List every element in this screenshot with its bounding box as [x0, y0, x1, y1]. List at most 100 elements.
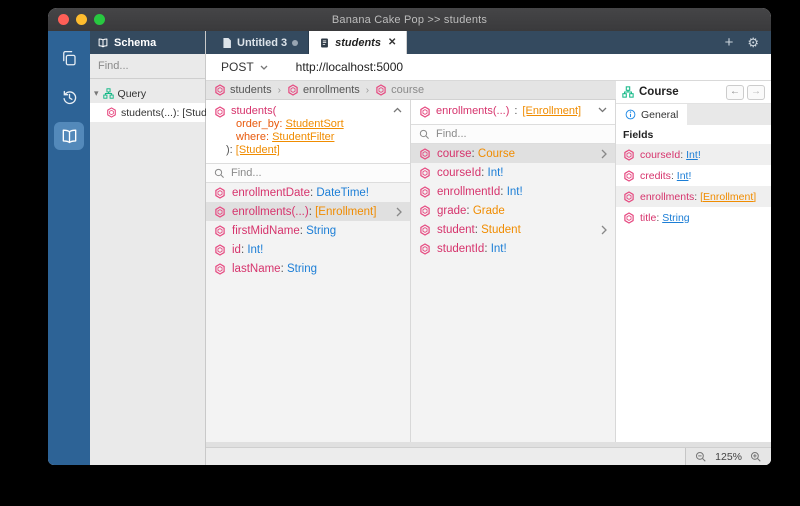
type-hexagon-icon — [419, 147, 431, 160]
chevron-right-icon — [396, 207, 402, 217]
tree-node-label: Query — [117, 87, 147, 100]
forward-arrow-button[interactable]: → — [747, 84, 765, 100]
type-link-student[interactable]: [Student] — [236, 144, 280, 156]
collapse-chevron-down-icon[interactable] — [598, 107, 607, 113]
field-row-student[interactable]: student: Student — [411, 220, 615, 239]
type-link-enrollment[interactable]: [Enrollment] — [700, 191, 756, 203]
field-row-courseId[interactable]: courseId: Int! — [411, 163, 615, 182]
close-tab-icon[interactable]: ✕ — [388, 37, 396, 48]
close-window-button[interactable] — [58, 14, 69, 25]
url-field[interactable]: http://localhost:5000 — [296, 60, 403, 74]
type-inspector-panel: Course ← → General Fields courseId: Int!… — [616, 81, 771, 442]
type-link-studentfilter[interactable]: StudentFilter — [272, 131, 334, 143]
find-input[interactable]: Find... — [206, 164, 410, 183]
inspector-header: Course ← → — [616, 81, 771, 104]
field-row-course[interactable]: course: Course — [411, 144, 615, 163]
schema-explorer: students › enrollments › course students… — [206, 81, 616, 442]
settings-gear-icon[interactable]: ⚙ — [747, 36, 759, 49]
object-type-icon — [622, 86, 634, 98]
column-header-enrollments: enrollments(...): [Enrollment] — [411, 100, 615, 125]
find-input[interactable]: Find... — [411, 125, 615, 144]
status-footer: 125% — [206, 447, 771, 465]
traffic-lights — [58, 8, 105, 31]
type-hexagon-icon — [214, 224, 226, 237]
type-hexagon-icon — [623, 148, 635, 161]
breadcrumb-separator: › — [277, 84, 281, 96]
field-column-enrollments: enrollments(...): [Enrollment] Find... c… — [411, 100, 616, 442]
tab-students[interactable]: students ✕ — [309, 31, 408, 54]
app-window: Banana Cake Pop >> students Schema Find.… — [48, 8, 771, 465]
breadcrumb-item-students[interactable]: students — [214, 84, 272, 96]
back-arrow-button[interactable]: ← — [726, 84, 744, 100]
type-link-studentsort[interactable]: StudentSort — [286, 118, 344, 130]
zoom-controls: 125% — [685, 448, 771, 465]
zoom-in-icon[interactable] — [750, 451, 762, 463]
type-link-enrollment[interactable]: [Enrollment] — [522, 105, 581, 118]
schema-panel: Schema Find... ▾ Query students(...): [S… — [90, 31, 224, 465]
type-hexagon-icon — [419, 204, 431, 217]
inspector-tabs: General — [616, 104, 771, 125]
breadcrumb-item-enrollments[interactable]: enrollments — [287, 84, 360, 96]
object-type-icon — [102, 88, 114, 99]
type-link-string[interactable]: String — [662, 212, 689, 224]
tree-node-students[interactable]: students(...): [Student] — [90, 103, 224, 122]
new-tab-button[interactable]: + — [725, 35, 734, 50]
field-row-enrollmentId[interactable]: enrollmentId: Int! — [411, 182, 615, 201]
type-hexagon-icon — [214, 243, 226, 256]
tab-bar: Untitled 3 students ✕ + ⚙ — [206, 31, 771, 54]
info-icon — [625, 109, 636, 120]
tree-node-query[interactable]: ▾ Query — [90, 84, 205, 103]
type-hexagon-icon — [287, 84, 299, 96]
zoom-level: 125% — [715, 450, 742, 463]
breadcrumb-item-course[interactable]: course — [375, 84, 424, 96]
type-link-int[interactable]: Int — [686, 149, 698, 161]
inspector-field-row-enrollments[interactable]: enrollments: [Enrollment] — [616, 186, 771, 207]
column-header-students: students( order_by: StudentSort where: S… — [206, 100, 410, 164]
type-hexagon-icon — [623, 169, 635, 182]
inspector-field-row-credits[interactable]: credits: Int! — [616, 165, 771, 186]
book-icon — [60, 127, 79, 146]
schema-find-input[interactable]: Find... — [90, 54, 205, 79]
type-hexagon-icon — [419, 185, 431, 198]
zoom-window-button[interactable] — [94, 14, 105, 25]
search-icon — [419, 129, 430, 140]
sidebar-item-documents[interactable] — [54, 44, 84, 72]
chevron-right-icon — [601, 225, 607, 235]
breadcrumb: students › enrollments › course — [206, 81, 616, 100]
field-row-enrollmentDate[interactable]: enrollmentDate: DateTime! — [206, 183, 410, 202]
sidebar-item-schema-reference[interactable] — [54, 122, 84, 150]
minimize-window-button[interactable] — [76, 14, 87, 25]
schema-panel-header: Schema — [90, 31, 205, 54]
field-row-enrollments[interactable]: enrollments(...): [Enrollment] — [206, 202, 410, 221]
field-row-studentId[interactable]: studentId: Int! — [411, 239, 615, 258]
document-icon — [319, 37, 330, 49]
field-column-students: students( order_by: StudentSort where: S… — [206, 100, 411, 442]
tab-untitled-3[interactable]: Untitled 3 — [212, 31, 310, 54]
inspector-field-row-title[interactable]: title: String — [616, 207, 771, 228]
field-row-firstMidName[interactable]: firstMidName: String — [206, 221, 410, 240]
inspector-title: Course — [639, 86, 679, 98]
chevron-right-icon — [601, 149, 607, 159]
type-link-int[interactable]: Int — [677, 170, 689, 182]
type-hexagon-icon — [214, 105, 226, 118]
field-row-lastName[interactable]: lastName: String — [206, 259, 410, 278]
type-hexagon-icon — [419, 166, 431, 179]
fields-section-title: Fields — [623, 128, 654, 141]
type-hexagon-icon — [214, 262, 226, 275]
field-row-id[interactable]: id: Int! — [206, 240, 410, 259]
file-icon — [222, 37, 232, 49]
type-hexagon-icon — [214, 84, 226, 96]
type-hexagon-icon — [214, 205, 226, 218]
inspector-field-row-courseId[interactable]: courseId: Int! — [616, 144, 771, 165]
field-row-grade[interactable]: grade: Grade — [411, 201, 615, 220]
zoom-out-icon[interactable] — [695, 451, 707, 463]
breadcrumb-separator: › — [365, 84, 370, 96]
sidebar-item-history[interactable] — [54, 83, 84, 111]
tab-general[interactable]: General — [616, 104, 688, 125]
method-dropdown[interactable]: POST — [221, 60, 268, 74]
titlebar: Banana Cake Pop >> students — [48, 8, 771, 31]
request-bar: POST http://localhost:5000 — [206, 54, 771, 81]
collapse-chevron-up-icon[interactable] — [393, 107, 402, 113]
type-hexagon-icon — [623, 190, 635, 203]
type-hexagon-icon — [419, 223, 431, 236]
